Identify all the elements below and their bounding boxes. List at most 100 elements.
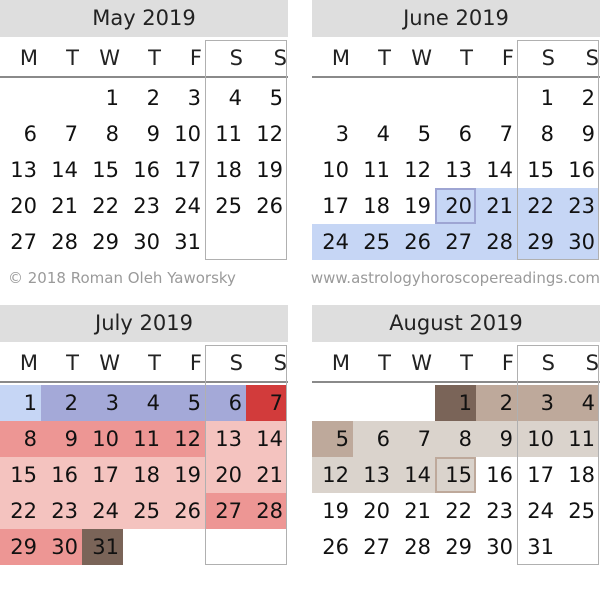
day-cell[interactable]: 7 <box>476 116 517 152</box>
day-cell[interactable]: 28 <box>476 224 517 260</box>
day-cell[interactable]: 25 <box>353 224 394 260</box>
day-cell[interactable]: 10 <box>517 421 558 457</box>
day-cell[interactable]: 7 <box>394 421 435 457</box>
day-cell[interactable]: 24 <box>312 224 353 260</box>
day-cell[interactable]: 22 <box>517 188 558 224</box>
day-cell[interactable]: 24 <box>517 493 558 529</box>
day-cell[interactable]: 26 <box>246 188 287 224</box>
day-cell[interactable]: 25 <box>558 493 599 529</box>
day-cell[interactable]: 15 <box>517 152 558 188</box>
day-cell[interactable]: 21 <box>394 493 435 529</box>
day-cell[interactable]: 17 <box>312 188 353 224</box>
day-cell[interactable]: 30 <box>558 224 599 260</box>
day-cell[interactable]: 7 <box>41 116 82 152</box>
day-cell[interactable]: 3 <box>517 385 558 421</box>
day-cell[interactable]: 22 <box>82 188 123 224</box>
day-cell[interactable]: 11 <box>558 421 599 457</box>
day-cell[interactable]: 20 <box>205 457 246 493</box>
day-cell[interactable]: 19 <box>312 493 353 529</box>
day-cell[interactable]: 1 <box>82 80 123 116</box>
day-cell[interactable]: 31 <box>82 529 123 565</box>
day-cell[interactable]: 2 <box>123 80 164 116</box>
day-cell[interactable]: 9 <box>123 116 164 152</box>
day-cell[interactable]: 6 <box>205 385 246 421</box>
day-cell[interactable]: 20 <box>435 188 476 224</box>
day-cell[interactable]: 4 <box>353 116 394 152</box>
day-cell[interactable]: 27 <box>0 224 41 260</box>
day-cell[interactable]: 24 <box>164 188 205 224</box>
day-cell[interactable]: 16 <box>558 152 599 188</box>
day-cell[interactable]: 19 <box>164 457 205 493</box>
day-cell[interactable]: 3 <box>164 80 205 116</box>
day-cell[interactable]: 12 <box>394 152 435 188</box>
day-cell[interactable]: 15 <box>435 457 476 493</box>
day-cell[interactable]: 13 <box>205 421 246 457</box>
day-cell[interactable]: 21 <box>246 457 287 493</box>
day-cell[interactable]: 27 <box>205 493 246 529</box>
day-cell[interactable]: 10 <box>164 116 205 152</box>
day-cell[interactable]: 27 <box>435 224 476 260</box>
day-cell[interactable]: 30 <box>41 529 82 565</box>
day-cell[interactable]: 1 <box>517 80 558 116</box>
day-cell[interactable]: 8 <box>0 421 41 457</box>
day-cell[interactable]: 29 <box>0 529 41 565</box>
day-cell[interactable]: 2 <box>41 385 82 421</box>
day-cell[interactable]: 16 <box>41 457 82 493</box>
day-cell[interactable]: 21 <box>41 188 82 224</box>
day-cell[interactable]: 28 <box>246 493 287 529</box>
day-cell[interactable]: 14 <box>41 152 82 188</box>
day-cell[interactable]: 20 <box>353 493 394 529</box>
day-cell[interactable]: 26 <box>164 493 205 529</box>
day-cell[interactable]: 10 <box>82 421 123 457</box>
day-cell[interactable]: 29 <box>517 224 558 260</box>
day-cell[interactable]: 8 <box>517 116 558 152</box>
day-cell[interactable]: 9 <box>41 421 82 457</box>
day-cell[interactable]: 1 <box>0 385 41 421</box>
day-cell[interactable]: 12 <box>246 116 287 152</box>
day-cell[interactable]: 31 <box>517 529 558 565</box>
day-cell[interactable]: 20 <box>0 188 41 224</box>
day-cell[interactable]: 10 <box>312 152 353 188</box>
day-cell[interactable]: 5 <box>312 421 353 457</box>
day-cell[interactable]: 30 <box>476 529 517 565</box>
day-cell[interactable]: 6 <box>353 421 394 457</box>
day-cell[interactable]: 1 <box>435 385 476 421</box>
day-cell[interactable]: 11 <box>353 152 394 188</box>
day-cell[interactable]: 21 <box>476 188 517 224</box>
day-cell[interactable]: 3 <box>82 385 123 421</box>
day-cell[interactable]: 13 <box>435 152 476 188</box>
day-cell[interactable]: 19 <box>394 188 435 224</box>
day-cell[interactable]: 8 <box>82 116 123 152</box>
day-cell[interactable]: 15 <box>0 457 41 493</box>
day-cell[interactable]: 17 <box>164 152 205 188</box>
day-cell[interactable]: 26 <box>312 529 353 565</box>
day-cell[interactable]: 3 <box>312 116 353 152</box>
day-cell[interactable]: 6 <box>0 116 41 152</box>
day-cell[interactable]: 18 <box>558 457 599 493</box>
website-link[interactable]: www.astrologyhoroscopereadings.com <box>311 268 600 288</box>
day-cell[interactable]: 27 <box>353 529 394 565</box>
day-cell[interactable]: 18 <box>353 188 394 224</box>
day-cell[interactable]: 5 <box>164 385 205 421</box>
day-cell[interactable]: 2 <box>558 80 599 116</box>
day-cell[interactable]: 28 <box>394 529 435 565</box>
day-cell[interactable]: 24 <box>82 493 123 529</box>
day-cell[interactable]: 22 <box>0 493 41 529</box>
day-cell[interactable]: 18 <box>123 457 164 493</box>
day-cell[interactable]: 30 <box>123 224 164 260</box>
day-cell[interactable]: 17 <box>517 457 558 493</box>
day-cell[interactable]: 23 <box>41 493 82 529</box>
day-cell[interactable]: 25 <box>205 188 246 224</box>
day-cell[interactable]: 23 <box>558 188 599 224</box>
day-cell[interactable]: 12 <box>312 457 353 493</box>
day-cell[interactable]: 11 <box>205 116 246 152</box>
day-cell[interactable]: 6 <box>435 116 476 152</box>
day-cell[interactable]: 9 <box>476 421 517 457</box>
day-cell[interactable]: 12 <box>164 421 205 457</box>
day-cell[interactable]: 2 <box>476 385 517 421</box>
day-cell[interactable]: 29 <box>435 529 476 565</box>
day-cell[interactable]: 23 <box>123 188 164 224</box>
day-cell[interactable]: 14 <box>394 457 435 493</box>
day-cell[interactable]: 29 <box>82 224 123 260</box>
day-cell[interactable]: 15 <box>82 152 123 188</box>
